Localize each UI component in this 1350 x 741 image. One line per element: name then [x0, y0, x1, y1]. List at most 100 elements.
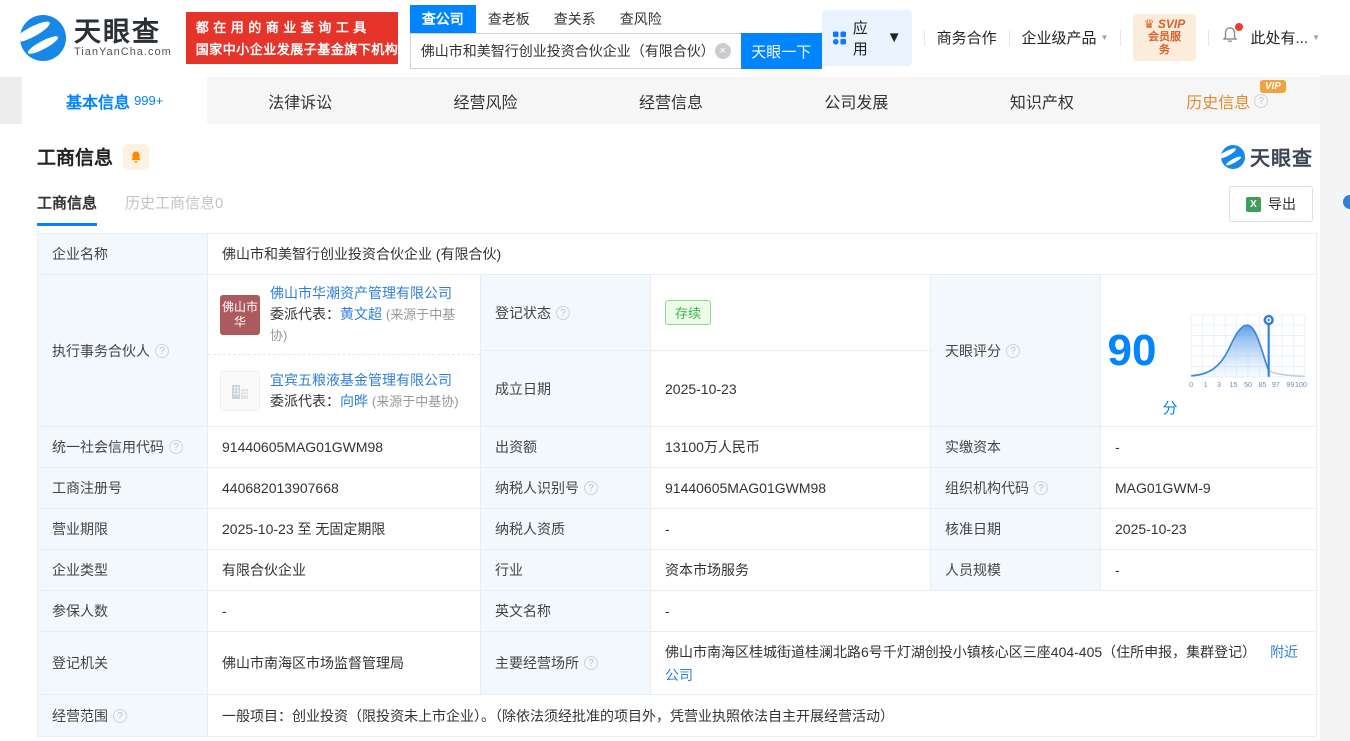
company-name-value: 佛山市和美智行创业投资合伙企业 (有限合伙)	[208, 234, 1316, 274]
notification-dot	[1235, 23, 1243, 31]
main-content: 工商信息 天眼查 工商信息 历史工商信息0 X 导出	[0, 124, 1320, 741]
chevron-down-icon: ▼	[1312, 33, 1320, 42]
business-info-subtabs: 工商信息 历史工商信息0	[37, 192, 223, 226]
tab-operation-risk[interactable]: 经营风险	[393, 77, 578, 124]
org-code-value: MAG01GWM-9	[1101, 468, 1316, 508]
field-label: 天眼评分 ?	[931, 275, 1101, 426]
field-label: 统一社会信用代码 ?	[38, 427, 208, 467]
help-icon[interactable]: ?	[155, 344, 169, 358]
business-place-value: 佛山市南海区桂城街道桂澜北路6号千灯湖创投小镇核心区三座404-405（住所申报…	[651, 632, 1316, 694]
partner-company-link[interactable]: 宜宾五粮液基金管理有限公司	[270, 372, 452, 388]
export-button[interactable]: X 导出	[1229, 186, 1313, 222]
field-label: 成立日期	[481, 351, 651, 426]
search-tab-risk[interactable]: 查风险	[608, 5, 674, 33]
right-margin	[1320, 75, 1350, 741]
svip-member-button[interactable]: ♛ SVIP 会员服务	[1133, 14, 1195, 61]
field-label: 执行事务合伙人 ?	[38, 275, 208, 426]
apps-menu[interactable]: 应用 ▼	[822, 10, 912, 66]
english-name-value: -	[651, 591, 1316, 631]
svg-text:0: 0	[1190, 380, 1194, 389]
search-button[interactable]: 天眼一下	[741, 33, 822, 69]
representative-link[interactable]: 黄文超	[340, 306, 382, 322]
business-info-table: 企业名称 佛山市和美智行创业投资合伙企业 (有限合伙) 执行事务合伙人 ? 佛山…	[37, 233, 1317, 737]
header: 天眼查 TianYanCha.com 都在用的商业查询工具 国家中小企业发展子基…	[0, 0, 1350, 75]
divider	[924, 30, 925, 46]
promo-banner: 都在用的商业查询工具 国家中小企业发展子基金旗下机构	[186, 12, 398, 64]
nav-business-cooperation[interactable]: 商务合作	[937, 27, 997, 48]
tab-legal-litigation[interactable]: 法律诉讼	[207, 77, 392, 124]
table-row: 经营范围 ? 一般项目：创业投资（限投资未上市企业）。（除依法须经批准的项目外，…	[38, 695, 1316, 736]
floating-widget[interactable]	[1343, 195, 1350, 209]
apps-label: 应用	[853, 17, 881, 59]
field-label: 英文名称	[481, 591, 651, 631]
tab-company-development[interactable]: 公司发展	[764, 77, 949, 124]
logo-wave-icon	[1221, 145, 1245, 169]
search-value: 佛山市和美智行创业投资合伙企业（有限合伙）	[421, 41, 715, 61]
help-icon[interactable]: ?	[584, 656, 598, 670]
help-icon[interactable]: ?	[169, 440, 183, 454]
table-row: 执行事务合伙人 ? 佛山市华 佛山市华潮资产管理有限公司 委派代表：黄文超 (来…	[38, 275, 1316, 427]
svg-text:1: 1	[1204, 380, 1208, 389]
representative-link[interactable]: 向晔	[340, 393, 368, 409]
excel-icon: X	[1246, 197, 1261, 212]
search-tab-company[interactable]: 查公司	[410, 5, 476, 33]
field-label: 营业期限	[38, 509, 208, 549]
tab-operation-info[interactable]: 经营信息	[578, 77, 763, 124]
user-menu[interactable]: 此处有... ▼	[1251, 27, 1320, 48]
banner-line1: 都在用的商业查询工具	[196, 17, 388, 36]
svg-text:97: 97	[1272, 380, 1280, 389]
field-label: 人员规模	[931, 550, 1101, 590]
company-detail-tabs: 基本信息 999+ 法律诉讼 经营风险 经营信息 公司发展 知识产权 VIP 历…	[22, 77, 1320, 124]
divider	[1009, 30, 1010, 46]
notification-bell[interactable]	[1221, 26, 1239, 49]
registration-status-value: 存续	[651, 275, 930, 350]
search-tab-relation[interactable]: 查关系	[542, 5, 608, 33]
partner-avatar: 佛山市华	[220, 295, 260, 335]
help-icon[interactable]: ?	[1254, 94, 1268, 108]
monitor-bell-button[interactable]	[123, 144, 149, 170]
tianyancha-logo[interactable]: 天眼查 TianYanCha.com	[20, 15, 172, 61]
approval-date-value: 2025-10-23	[1101, 509, 1316, 549]
field-label: 纳税人资质	[481, 509, 651, 549]
score-value: 90	[1108, 329, 1157, 373]
taxpayer-id-value: 91440605MAG01GWM98	[651, 468, 931, 508]
field-label: 经营范围 ?	[38, 695, 208, 736]
help-icon[interactable]: ?	[1034, 481, 1048, 495]
search-tab-boss[interactable]: 查老板	[476, 5, 542, 33]
subtab-current-business-info[interactable]: 工商信息	[37, 192, 97, 226]
help-icon[interactable]: ?	[1006, 344, 1020, 358]
search-input[interactable]: 佛山市和美智行创业投资合伙企业（有限合伙） ×	[410, 33, 741, 69]
field-label: 核准日期	[931, 509, 1101, 549]
svg-text:99: 99	[1287, 380, 1295, 389]
establish-date-value: 2025-10-23	[651, 351, 930, 426]
logo-title: 天眼查	[74, 18, 172, 46]
help-icon[interactable]: ?	[113, 709, 127, 723]
tab-intellectual-property[interactable]: 知识产权	[949, 77, 1134, 124]
score-distribution-chart: 0 1 3 15 50 85 97 99 100	[1187, 310, 1309, 392]
tianyan-score-cell: 90 分	[1101, 275, 1316, 426]
partner-company-link[interactable]: 佛山市华潮资产管理有限公司	[270, 285, 452, 301]
subtab-history-business-info[interactable]: 历史工商信息0	[125, 192, 223, 226]
partner-avatar	[220, 371, 260, 411]
partner-item: 宜宾五粮液基金管理有限公司 委派代表：向晔 (来源于中基协)	[208, 354, 480, 426]
field-label: 企业类型	[38, 550, 208, 590]
help-icon[interactable]: ?	[556, 306, 570, 320]
help-icon[interactable]: ?	[584, 481, 598, 495]
score-unit: 分	[1162, 397, 1177, 418]
tab-basic-info[interactable]: 基本信息 999+	[22, 77, 207, 124]
table-row: 成立日期 2025-10-23	[481, 350, 930, 426]
building-icon	[228, 379, 252, 403]
svip-line2: 会员服务	[1143, 31, 1185, 57]
paid-capital-value: -	[1101, 427, 1316, 467]
vip-badge: VIP	[1260, 80, 1286, 93]
clear-icon[interactable]: ×	[715, 43, 731, 59]
company-type-value: 有限合伙企业	[208, 550, 481, 590]
nav-enterprise-products[interactable]: 企业级产品 ▼	[1022, 27, 1109, 48]
apps-grid-icon	[832, 30, 847, 46]
divider	[1208, 30, 1209, 46]
tab-history-info[interactable]: VIP 历史信息 ?	[1135, 77, 1320, 124]
field-label: 登记状态 ?	[481, 275, 651, 350]
credit-code-value: 91440605MAG01GWM98	[208, 427, 481, 467]
field-label: 参保人数	[38, 591, 208, 631]
svip-line1: ♛ SVIP	[1143, 18, 1185, 31]
